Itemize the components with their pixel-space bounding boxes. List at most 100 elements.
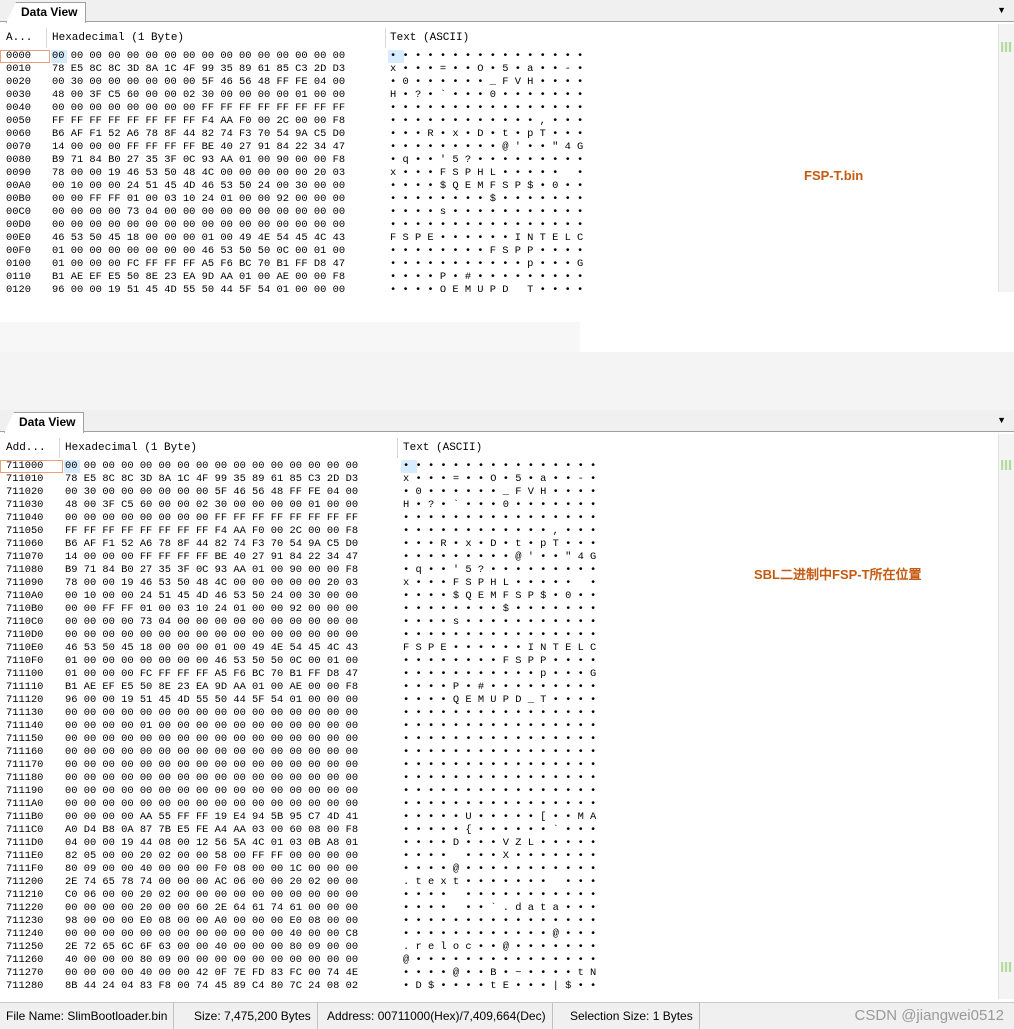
row-hex-bytes[interactable]: 01 00 00 00 00 00 00 00 46 53 50 50 0C 0… [65, 655, 358, 668]
row-ascii-text[interactable]: x • • • F S P H L • • • • • • [390, 167, 583, 180]
row-hex-bytes[interactable]: 00 00 00 00 00 00 00 00 00 00 00 00 00 0… [65, 798, 358, 811]
row-ascii-text[interactable]: • • • • • • • • • • • p • • • G [403, 668, 596, 681]
row-hex-bytes[interactable]: 00 30 00 00 00 00 00 00 5F 46 56 48 FF F… [65, 486, 358, 499]
row-ascii-text[interactable]: • • • • • U • • • • • [ • • M A [403, 811, 596, 824]
row-hex-bytes[interactable]: 00 00 00 00 73 04 00 00 00 00 00 00 00 0… [52, 206, 345, 219]
top-hex-header[interactable]: Hexadecimal (1 Byte) [46, 28, 184, 48]
top-address-header[interactable]: A... [0, 28, 32, 48]
bottom-data-view-tab[interactable]: Data View [4, 412, 85, 433]
row-ascii-text[interactable]: • • • • • • • • • • • • , • • • [390, 115, 583, 128]
row-hex-bytes[interactable]: 46 53 50 45 18 00 00 00 01 00 49 4E 54 4… [65, 642, 358, 655]
row-ascii-text[interactable]: . r e l o c • • @ • • • • • • • [403, 941, 596, 954]
row-ascii-text[interactable]: • • • R • x • D • t • p T • • • [390, 128, 583, 141]
row-ascii-text[interactable]: F S P E • • • • • • I N T E L C [403, 642, 596, 655]
top-text-header[interactable]: Text (ASCII) [384, 28, 469, 48]
row-hex-bytes[interactable]: 00 10 00 00 24 51 45 4D 46 53 50 24 00 3… [52, 180, 345, 193]
row-ascii-text[interactable]: • • • • @ • • • • • • • • • • • [403, 863, 596, 876]
row-ascii-text[interactable]: • • • • • • • • • @ ' • • " 4 G [390, 141, 583, 154]
row-ascii-text[interactable]: • • • • • • • • • • • • • • • • [403, 720, 596, 733]
row-ascii-text[interactable]: • • • • • • • • • • • • , • • • [403, 525, 596, 538]
row-hex-bytes[interactable]: 00 00 00 00 20 00 00 60 2E 64 61 74 61 0… [65, 902, 358, 915]
row-hex-bytes[interactable]: 00 00 00 00 00 00 00 00 00 00 00 00 40 0… [65, 928, 358, 941]
row-hex-bytes[interactable]: 78 00 00 19 46 53 50 48 4C 00 00 00 00 0… [65, 577, 358, 590]
row-ascii-text[interactable]: • • • • s • • • • • • • • • • • [403, 616, 596, 629]
row-hex-bytes[interactable]: FF FF FF FF FF FF FF FF F4 AA F0 00 2C 0… [65, 525, 358, 538]
top-scrollbar[interactable] [998, 24, 1014, 292]
row-ascii-text[interactable]: • • • • $ Q E M F S P $ • 0 • • [403, 590, 596, 603]
row-ascii-text[interactable]: • • • • • • • • • • • • • • • • [390, 102, 583, 115]
row-hex-bytes[interactable]: 96 00 00 19 51 45 4D 55 50 44 5F 54 01 0… [52, 284, 345, 292]
row-ascii-text[interactable]: F S P E • • • • • • I N T E L C [390, 232, 583, 245]
row-hex-bytes[interactable]: B1 AE EF E5 50 8E 23 EA 9D AA 01 00 AE 0… [52, 271, 345, 284]
row-hex-bytes[interactable]: 00 00 00 00 00 00 00 00 00 00 00 00 00 0… [65, 772, 358, 785]
top-hex-grid[interactable]: A... Hexadecimal (1 Byte) Text (ASCII) 0… [0, 24, 998, 292]
row-hex-bytes[interactable]: B1 AE EF E5 50 8E 23 EA 9D AA 01 00 AE 0… [65, 681, 358, 694]
row-ascii-text[interactable]: • • • • Q E M U P D _ T • • • • [390, 284, 583, 292]
row-hex-bytes[interactable]: 00 00 00 00 00 00 00 00 00 00 00 00 00 0… [52, 50, 345, 63]
row-hex-bytes[interactable]: 00 00 00 00 00 00 00 00 00 00 00 00 00 0… [65, 629, 358, 642]
row-ascii-text[interactable]: • • • • $ Q E M F S P $ • 0 • • [390, 180, 583, 193]
row-ascii-text[interactable]: • • • • • • • • • • • • • • • • [403, 798, 596, 811]
top-dropdown-icon[interactable]: ▼ [997, 5, 1006, 15]
row-hex-bytes[interactable]: 00 00 00 00 40 00 00 42 0F 7E FD 83 FC 0… [65, 967, 358, 980]
row-ascii-text[interactable]: x • • • = • • O • 5 • a • • - • [390, 63, 583, 76]
row-ascii-text[interactable]: • q • • ' 5 ? • • • • • • • • • [403, 564, 596, 577]
row-hex-bytes[interactable]: 00 00 00 00 00 00 00 00 FF FF FF FF FF F… [65, 512, 358, 525]
row-hex-bytes[interactable]: 00 00 FF FF 01 00 03 10 24 01 00 00 92 0… [65, 603, 358, 616]
top-scroll-thumb[interactable] [1001, 42, 1012, 52]
row-hex-bytes[interactable]: B6 AF F1 52 A6 78 8F 44 82 74 F3 70 54 9… [52, 128, 345, 141]
row-ascii-text[interactable]: • • • • • • • • • • • • • • • • [390, 219, 583, 232]
row-hex-bytes[interactable]: 00 00 00 00 00 00 00 00 FF FF FF FF FF F… [52, 102, 345, 115]
row-ascii-text[interactable]: • • • • s • • • • • • • • • • • [390, 206, 583, 219]
row-hex-bytes[interactable]: 82 05 00 00 20 02 00 00 58 00 FF FF 00 0… [65, 850, 358, 863]
bottom-scroll-thumb-top[interactable] [1001, 460, 1012, 470]
row-hex-bytes[interactable]: 01 00 00 00 FC FF FF FF A5 F6 BC 70 B1 F… [52, 258, 345, 271]
row-ascii-text[interactable]: H • ? • ` • • • 0 • • • • • • • [390, 89, 583, 102]
bottom-scrollbar[interactable] [998, 434, 1014, 999]
bottom-text-header[interactable]: Text (ASCII) [397, 438, 482, 458]
row-hex-bytes[interactable]: 00 00 00 00 00 00 00 00 00 00 00 00 00 0… [65, 746, 358, 759]
row-ascii-text[interactable]: • • • • P • # • • • • • • • • • [390, 271, 583, 284]
row-ascii-text[interactable]: • • • • • • • • F S P P • • • • [390, 245, 583, 258]
row-hex-bytes[interactable]: B6 AF F1 52 A6 78 8F 44 82 74 F3 70 54 9… [65, 538, 358, 551]
row-ascii-text[interactable]: • • • • Q E M U P D _ T • • • • [403, 694, 596, 707]
row-ascii-text[interactable]: • 0 • • • • • • _ F V H • • • • [403, 486, 596, 499]
bottom-hex-grid[interactable]: Add... Hexadecimal (1 Byte) Text (ASCII)… [0, 434, 998, 999]
row-ascii-text[interactable]: • • • • • • • • • • • • • • • • [403, 512, 596, 525]
row-ascii-text[interactable]: • • • • @ • • B • ~ • • • • t N [403, 967, 596, 980]
row-ascii-text[interactable]: x • • • F S P H L • • • • • • [403, 577, 596, 590]
row-hex-bytes[interactable]: 00 00 FF FF 01 00 03 10 24 01 00 00 92 0… [52, 193, 345, 206]
bottom-hex-header[interactable]: Hexadecimal (1 Byte) [59, 438, 197, 458]
row-hex-bytes[interactable]: 8B 44 24 04 83 F8 00 74 45 89 C4 80 7C 2… [65, 980, 358, 993]
row-hex-bytes[interactable]: 14 00 00 00 FF FF FF FF BE 40 27 91 84 2… [65, 551, 358, 564]
row-hex-bytes[interactable]: 14 00 00 00 FF FF FF FF BE 40 27 91 84 2… [52, 141, 345, 154]
row-hex-bytes[interactable]: 00 00 00 00 00 00 00 00 00 00 00 00 00 0… [65, 460, 358, 473]
row-hex-bytes[interactable]: A0 D4 B8 0A 87 7B E5 FE A4 AA 03 00 60 0… [65, 824, 358, 837]
row-hex-bytes[interactable]: 00 00 00 00 00 00 00 00 00 00 00 00 00 0… [65, 707, 358, 720]
row-hex-bytes[interactable]: 01 00 00 00 00 00 00 00 46 53 50 50 0C 0… [52, 245, 345, 258]
row-ascii-text[interactable]: • • • R • x • D • t • p T • • • [403, 538, 596, 551]
row-ascii-text[interactable]: • • • • • { • • • • • • ` • • • [403, 824, 596, 837]
row-ascii-text[interactable]: • • • • • • • • • • • • • • • • [403, 746, 596, 759]
row-ascii-text[interactable]: • D $ • • • • t E • • • | $ • • [403, 980, 596, 993]
row-hex-bytes[interactable]: 78 00 00 19 46 53 50 48 4C 00 00 00 00 0… [52, 167, 345, 180]
row-ascii-text[interactable]: • • • • • • • • • • • • • • • • [403, 772, 596, 785]
row-hex-bytes[interactable]: 00 00 00 00 01 00 00 00 00 00 00 00 00 0… [65, 720, 358, 733]
row-hex-bytes[interactable]: 00 00 00 00 00 00 00 00 00 00 00 00 00 0… [52, 219, 345, 232]
row-hex-bytes[interactable]: 00 10 00 00 24 51 45 4D 46 53 50 24 00 3… [65, 590, 358, 603]
row-ascii-text[interactable]: • • • • • • • • • • • • • • • • [403, 460, 596, 473]
row-hex-bytes[interactable]: 00 00 00 00 00 00 00 00 00 00 00 00 00 0… [65, 785, 358, 798]
row-hex-bytes[interactable]: B9 71 84 B0 27 35 3F 0C 93 AA 01 00 90 0… [52, 154, 345, 167]
row-hex-bytes[interactable]: 00 00 00 00 00 00 00 00 00 00 00 00 00 0… [65, 733, 358, 746]
row-hex-bytes[interactable]: 48 00 3F C5 60 00 00 02 30 00 00 00 00 0… [52, 89, 345, 102]
row-ascii-text[interactable]: • • • • • • ` . d a t a • • • [403, 902, 596, 915]
row-ascii-text[interactable]: • • • • • • • • • • • • • • • • [403, 707, 596, 720]
bottom-dropdown-icon[interactable]: ▼ [997, 415, 1006, 425]
row-ascii-text[interactable]: x • • • = • • O • 5 • a • • - • [403, 473, 596, 486]
row-hex-bytes[interactable]: C0 06 00 00 20 02 00 00 00 00 00 00 00 0… [65, 889, 358, 902]
row-ascii-text[interactable]: H • ? • ` • • • 0 • • • • • • • [403, 499, 596, 512]
row-hex-bytes[interactable]: 01 00 00 00 FC FF FF FF A5 F6 BC 70 B1 F… [65, 668, 358, 681]
row-hex-bytes[interactable]: B9 71 84 B0 27 35 3F 0C 93 AA 01 00 90 0… [65, 564, 358, 577]
row-hex-bytes[interactable]: 00 00 00 00 AA 55 FF FF 19 E4 94 5B 95 C… [65, 811, 358, 824]
bottom-address-header[interactable]: Add... [0, 438, 46, 458]
